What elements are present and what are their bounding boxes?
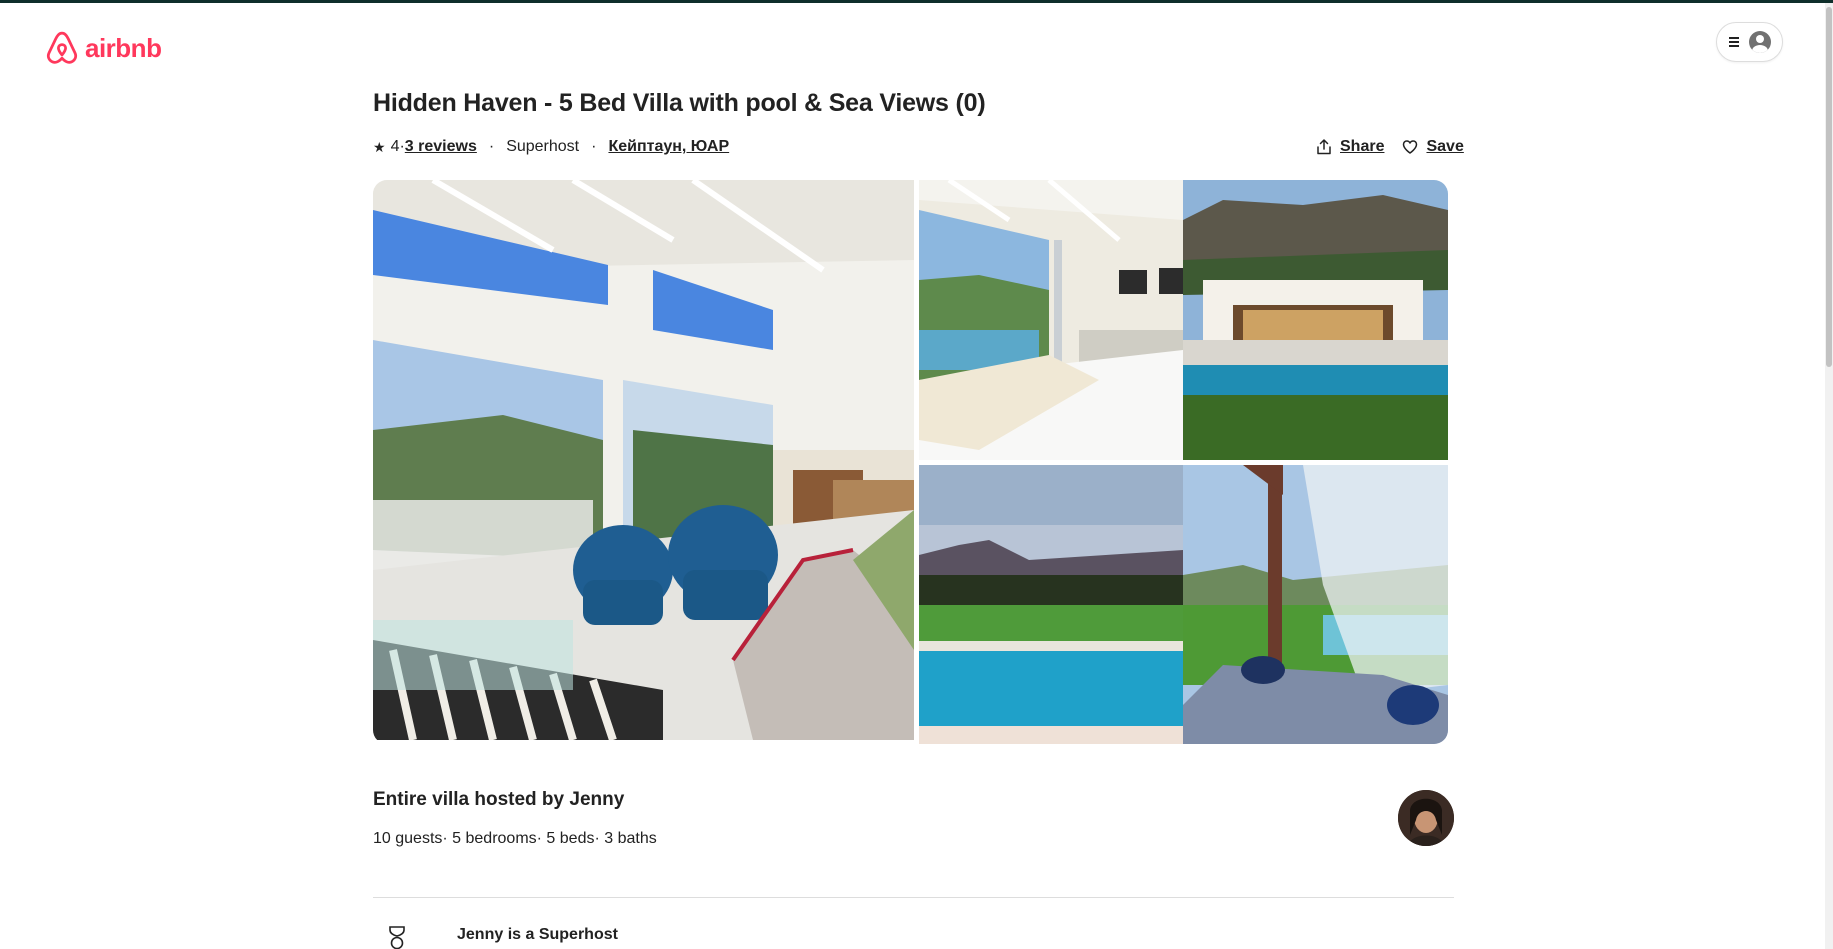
superhost-badge: Superhost [506, 138, 580, 155]
section-divider [373, 897, 1454, 898]
airbnb-logo-icon [46, 31, 78, 64]
star-icon: ★ [373, 138, 386, 155]
medal-icon [389, 926, 405, 949]
heart-icon [1403, 140, 1418, 154]
photo-pool-mountain-view[interactable] [919, 465, 1183, 744]
site-header: airbnb [0, 3, 1825, 89]
photo-daybed-garden[interactable] [1183, 465, 1448, 744]
listing-actions: Share Save [1316, 138, 1464, 156]
user-menu-button[interactable] [1716, 22, 1783, 62]
share-label: Share [1340, 138, 1385, 155]
separator-dot: · [488, 138, 495, 155]
photo-bedroom[interactable] [919, 180, 1183, 460]
user-avatar-icon [1748, 31, 1771, 53]
photo-living-room[interactable] [373, 180, 914, 740]
hamburger-icon [1728, 37, 1739, 47]
share-icon [1317, 139, 1331, 155]
reviews-link[interactable]: 3 reviews [405, 138, 477, 156]
listing-subtitle: ★ 4 · 3 reviews · Superhost · Кейптаун, … [373, 138, 729, 156]
listing-title: Hidden Haven - 5 Bed Villa with pool & S… [373, 89, 986, 117]
host-title: Entire villa hosted by Jenny [373, 789, 625, 810]
rating-value: 4 [390, 138, 400, 155]
location-link[interactable]: Кейптаун, ЮАР [608, 138, 729, 156]
superhost-title: Jenny is a Superhost [457, 926, 618, 943]
host-avatar[interactable] [1398, 790, 1454, 846]
scrollbar-thumb[interactable] [1826, 7, 1832, 367]
airbnb-logo[interactable]: airbnb [45, 30, 162, 66]
separator-dot: · [591, 138, 597, 155]
share-button[interactable]: Share [1316, 138, 1384, 156]
photo-gallery [373, 180, 1448, 744]
save-label: Save [1426, 138, 1464, 155]
photo-villa-exterior-pool[interactable] [1183, 180, 1448, 460]
page-scrollbar[interactable] [1825, 3, 1833, 949]
listing-details: 10 guests· 5 bedrooms· 5 beds· 3 baths [373, 830, 657, 847]
save-button[interactable]: Save [1402, 138, 1464, 156]
logo-text: airbnb [85, 32, 162, 63]
superhost-highlight: Jenny is a Superhost [373, 920, 973, 949]
